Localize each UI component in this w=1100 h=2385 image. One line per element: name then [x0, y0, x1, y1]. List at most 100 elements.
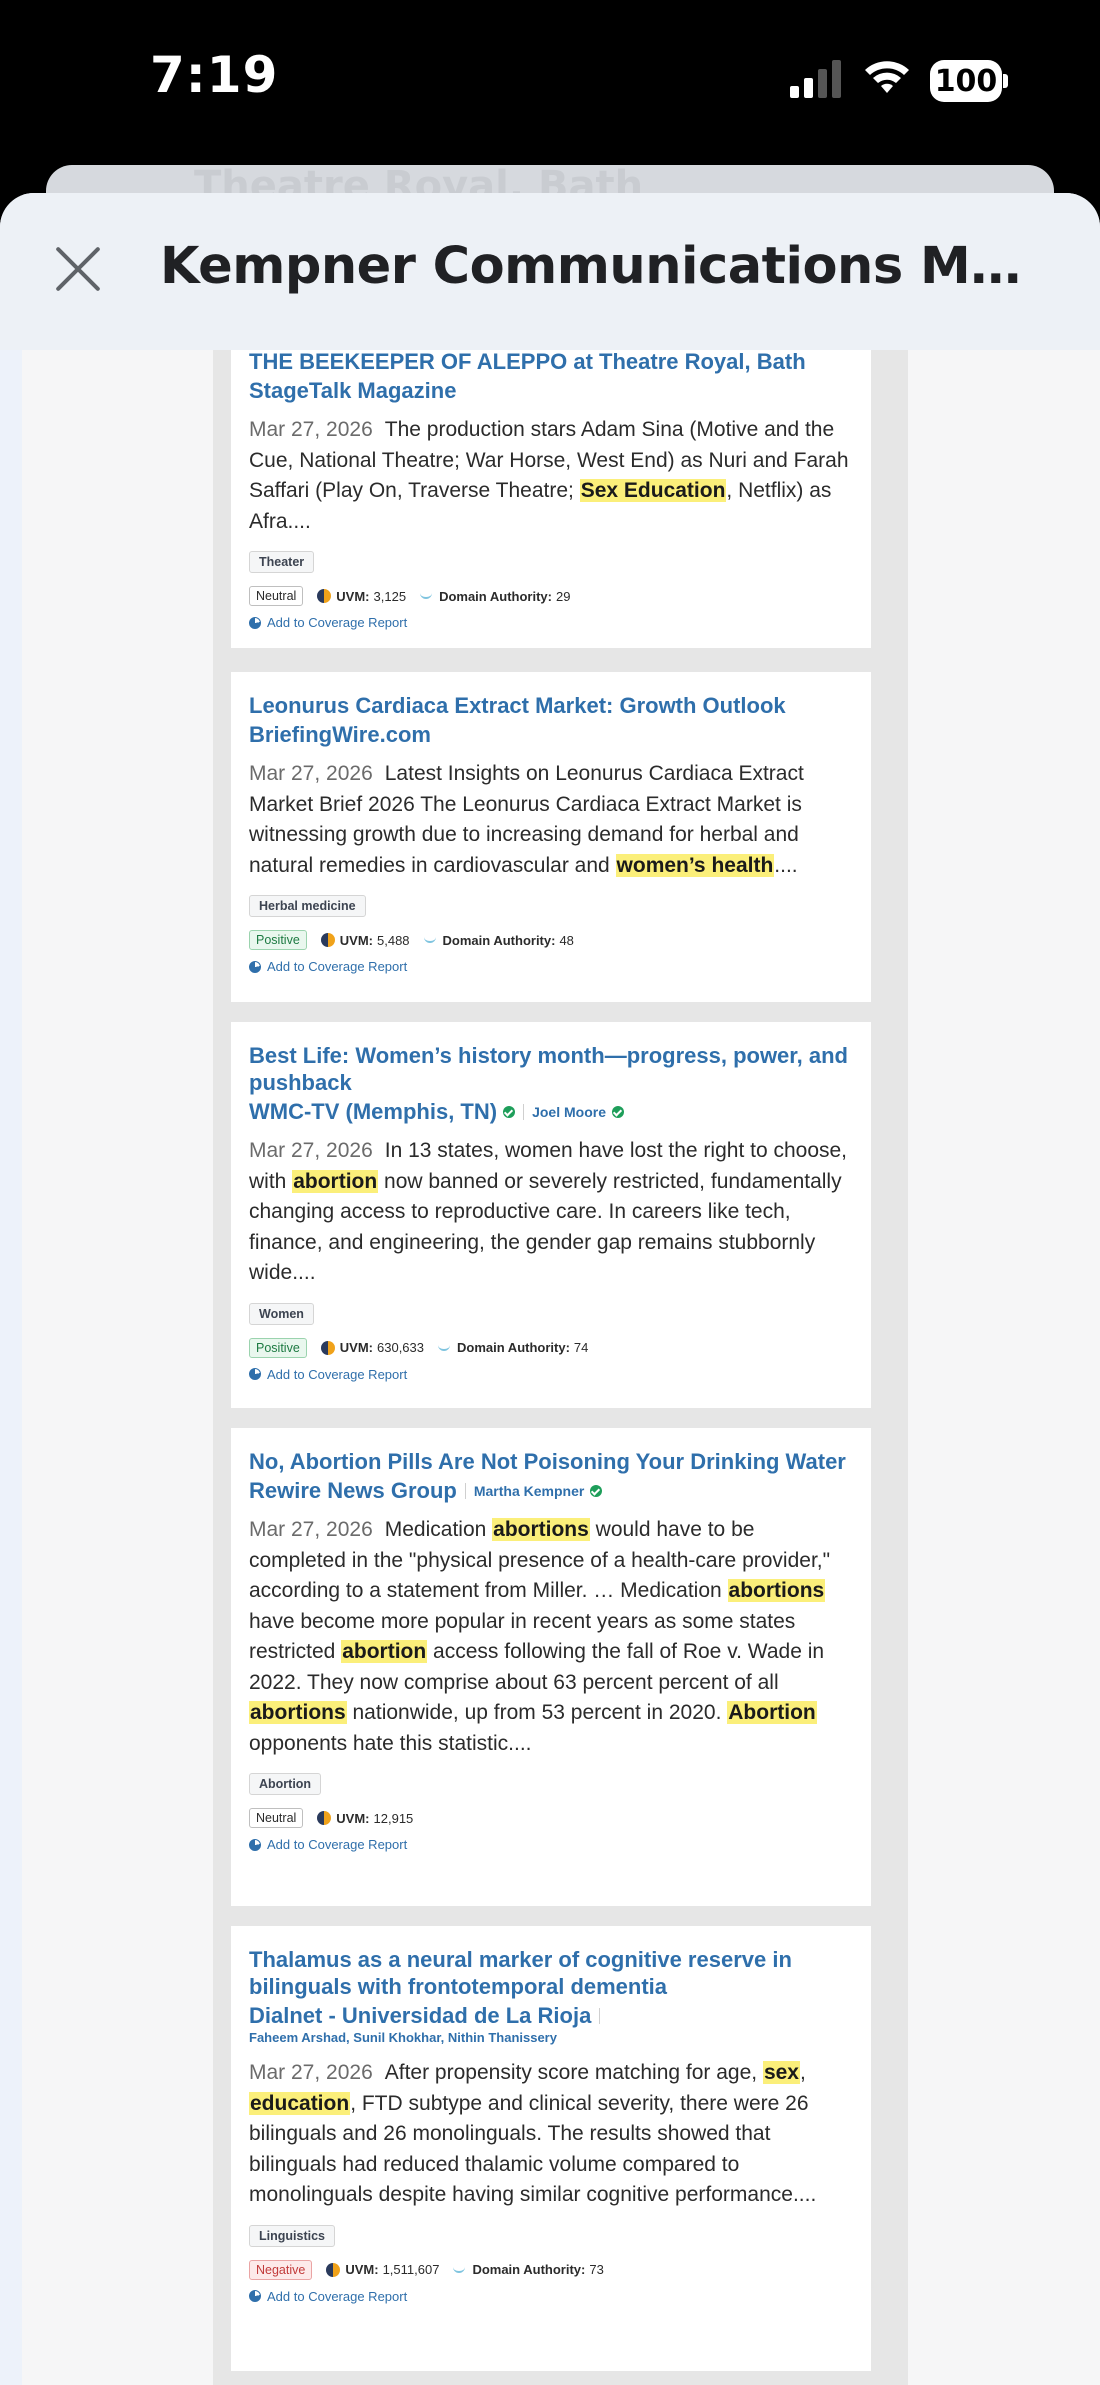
uvm-label: UVM: — [336, 1810, 370, 1826]
keyword-highlight: abortion — [341, 1640, 428, 1663]
snippet-text: Medication — [384, 1518, 493, 1541]
uvm-value: 1,511,607 — [382, 2262, 440, 2277]
keyword-highlight: abortions — [727, 1579, 826, 1602]
coverage-link-label: Add to Coverage Report — [267, 615, 408, 630]
add-to-coverage-report-link[interactable]: Add to Coverage Report — [249, 615, 853, 630]
article-card: No, Abortion Pills Are Not Poisoning You… — [231, 1428, 871, 1906]
topic-tag[interactable]: Linguistics — [249, 2224, 335, 2247]
sentiment-badge: Negative — [249, 2259, 313, 2280]
topic-tag[interactable]: Women — [249, 1302, 314, 1325]
article-author[interactable]: Martha Kempner — [474, 1483, 584, 1499]
metrics-row: Positive UVM: 630,633 Domain Authority: 74 — [249, 1337, 853, 1358]
domain-authority-label: Domain Authority: — [442, 932, 556, 948]
snippet-text: .... — [774, 853, 798, 877]
article-source[interactable]: StageTalk Magazine — [249, 377, 456, 405]
article-source[interactable]: WMC-TV (Memphis, TN) — [249, 1098, 497, 1126]
email-body[interactable]: THE BEEKEEPER OF ALEPPO at Theatre Royal… — [22, 348, 1100, 2385]
domain-authority-value: 48 — [559, 932, 574, 948]
article-date: Mar 27, 2026 — [249, 418, 373, 441]
coverage-link-label: Add to Coverage Report — [267, 1366, 408, 1382]
article-date: Mar 27, 2026 — [249, 2061, 373, 2084]
uvm-value: 630,633 — [377, 1340, 424, 1355]
uvm-icon — [317, 1811, 332, 1825]
uvm-value: 12,915 — [373, 1810, 414, 1826]
uvm-label: UVM: — [345, 2262, 379, 2277]
article-headline[interactable]: No, Abortion Pills Are Not Poisoning You… — [249, 1448, 853, 1475]
keyword-highlight: Sex Education — [579, 479, 727, 502]
coverage-link-label: Add to Coverage Report — [267, 1837, 408, 1852]
email-sheet: Kempner Communications Mail -... THE BEE… — [0, 193, 1100, 2385]
verified-check-icon — [503, 1106, 516, 1118]
article-snippet: Mar 27, 2026 Latest Insights on Leonurus … — [249, 759, 853, 881]
domain-authority-icon — [423, 937, 436, 943]
article-source[interactable]: Rewire News Group — [249, 1477, 457, 1505]
close-icon[interactable] — [50, 245, 106, 301]
article-headline[interactable]: Thalamus as a neural marker of cognitive… — [249, 1946, 853, 2000]
wifi-icon — [865, 61, 909, 93]
article-card: Leonurus Cardiaca Extract Market: Growth… — [231, 672, 871, 1002]
source-row: WMC-TV (Memphis, TN) Joel Moore — [249, 1098, 853, 1126]
domain-authority-value: 29 — [555, 588, 571, 604]
divider — [599, 2008, 601, 2024]
article-headline[interactable]: THE BEEKEEPER OF ALEPPO at Theatre Royal… — [249, 348, 853, 375]
metrics-row: Positive UVM: 5,488 Domain Authority: 48 — [249, 930, 853, 950]
uvm-value: 5,488 — [377, 932, 410, 948]
keyword-highlight: women’s health — [615, 853, 775, 877]
sheet-header: Kempner Communications Mail -... — [0, 193, 1100, 350]
status-bar: 7:19 100 — [0, 0, 1100, 165]
metrics-row: Negative UVM: 1,511,607 Domain Authority:… — [249, 2259, 853, 2280]
metrics-row: Neutral UVM: 3,125 Domain Authority: 29 — [249, 586, 853, 606]
uvm-icon — [326, 2262, 341, 2277]
source-row: Dialnet - Universidad de La Rioja — [249, 2002, 853, 2030]
verified-check-icon — [590, 1485, 603, 1497]
coverage-link-label: Add to Coverage Report — [267, 959, 408, 974]
domain-authority-icon — [438, 1345, 450, 1351]
topic-tag[interactable]: Herbal medicine — [249, 895, 366, 917]
uvm-label: UVM: — [336, 588, 370, 604]
add-to-coverage-report-link[interactable]: Add to Coverage Report — [249, 1367, 853, 1382]
keyword-highlight: abortions — [492, 1518, 590, 1541]
topic-tag[interactable]: Theater — [249, 551, 315, 573]
sentiment-badge: Neutral — [249, 586, 304, 606]
topic-tag[interactable]: Abortion — [249, 1773, 322, 1795]
email-column: THE BEEKEEPER OF ALEPPO at Theatre Royal… — [213, 348, 908, 2385]
add-to-coverage-report-link[interactable]: Add to Coverage Report — [249, 1837, 853, 1852]
uvm-icon — [320, 1340, 335, 1355]
domain-authority-label: Domain Authority: — [439, 588, 552, 604]
pie-chart-icon — [249, 2290, 261, 2302]
snippet-text: After propensity score matching for age, — [384, 2061, 763, 2084]
sentiment-badge: Positive — [249, 1337, 307, 1358]
keyword-highlight: Abortion — [727, 1701, 817, 1724]
pie-chart-icon — [249, 960, 261, 973]
article-headline[interactable]: Leonurus Cardiaca Extract Market: Growth… — [249, 692, 853, 719]
source-row: Rewire News Group Martha Kempner — [249, 1477, 853, 1505]
domain-authority-label: Domain Authority: — [457, 1340, 570, 1355]
article-snippet: Mar 27, 2026 After propensity score match… — [249, 2058, 853, 2211]
snippet-text: nationwide, up from 53 percent in 2020. — [346, 1701, 728, 1724]
article-author[interactable]: Joel Moore — [532, 1104, 606, 1120]
divider — [523, 1104, 525, 1120]
domain-authority-value: 74 — [573, 1340, 589, 1355]
article-snippet: Mar 27, 2026 In 13 states, women have los… — [249, 1136, 853, 1289]
add-to-coverage-report-link[interactable]: Add to Coverage Report — [249, 2289, 853, 2304]
article-source[interactable]: BriefingWire.com — [249, 721, 431, 749]
source-row: StageTalk Magazine — [249, 377, 853, 405]
sentiment-badge: Neutral — [249, 1808, 304, 1828]
uvm-icon — [317, 589, 332, 603]
sentiment-badge: Positive — [249, 930, 307, 950]
article-authors[interactable]: Faheem Arshad, Sunil Khokhar, Nithin Tha… — [249, 2030, 853, 2046]
domain-authority-icon — [453, 2267, 466, 2273]
article-card: THE BEEKEEPER OF ALEPPO at Theatre Royal… — [231, 348, 871, 648]
domain-authority-icon — [420, 593, 433, 599]
coverage-link-label: Add to Coverage Report — [267, 2288, 408, 2304]
pie-chart-icon — [249, 1838, 261, 1851]
uvm-value: 3,125 — [373, 588, 407, 604]
uvm-label: UVM: — [339, 1340, 373, 1355]
uvm-label: UVM: — [339, 932, 373, 948]
article-snippet: Mar 27, 2026 Medication abortions would h… — [249, 1515, 853, 1759]
article-headline[interactable]: Best Life: Women’s history month—progres… — [249, 1042, 853, 1096]
article-source[interactable]: Dialnet - Universidad de La Rioja — [249, 2002, 591, 2030]
add-to-coverage-report-link[interactable]: Add to Coverage Report — [249, 959, 853, 974]
article-date: Mar 27, 2026 — [249, 762, 373, 785]
source-row: BriefingWire.com — [249, 721, 853, 749]
